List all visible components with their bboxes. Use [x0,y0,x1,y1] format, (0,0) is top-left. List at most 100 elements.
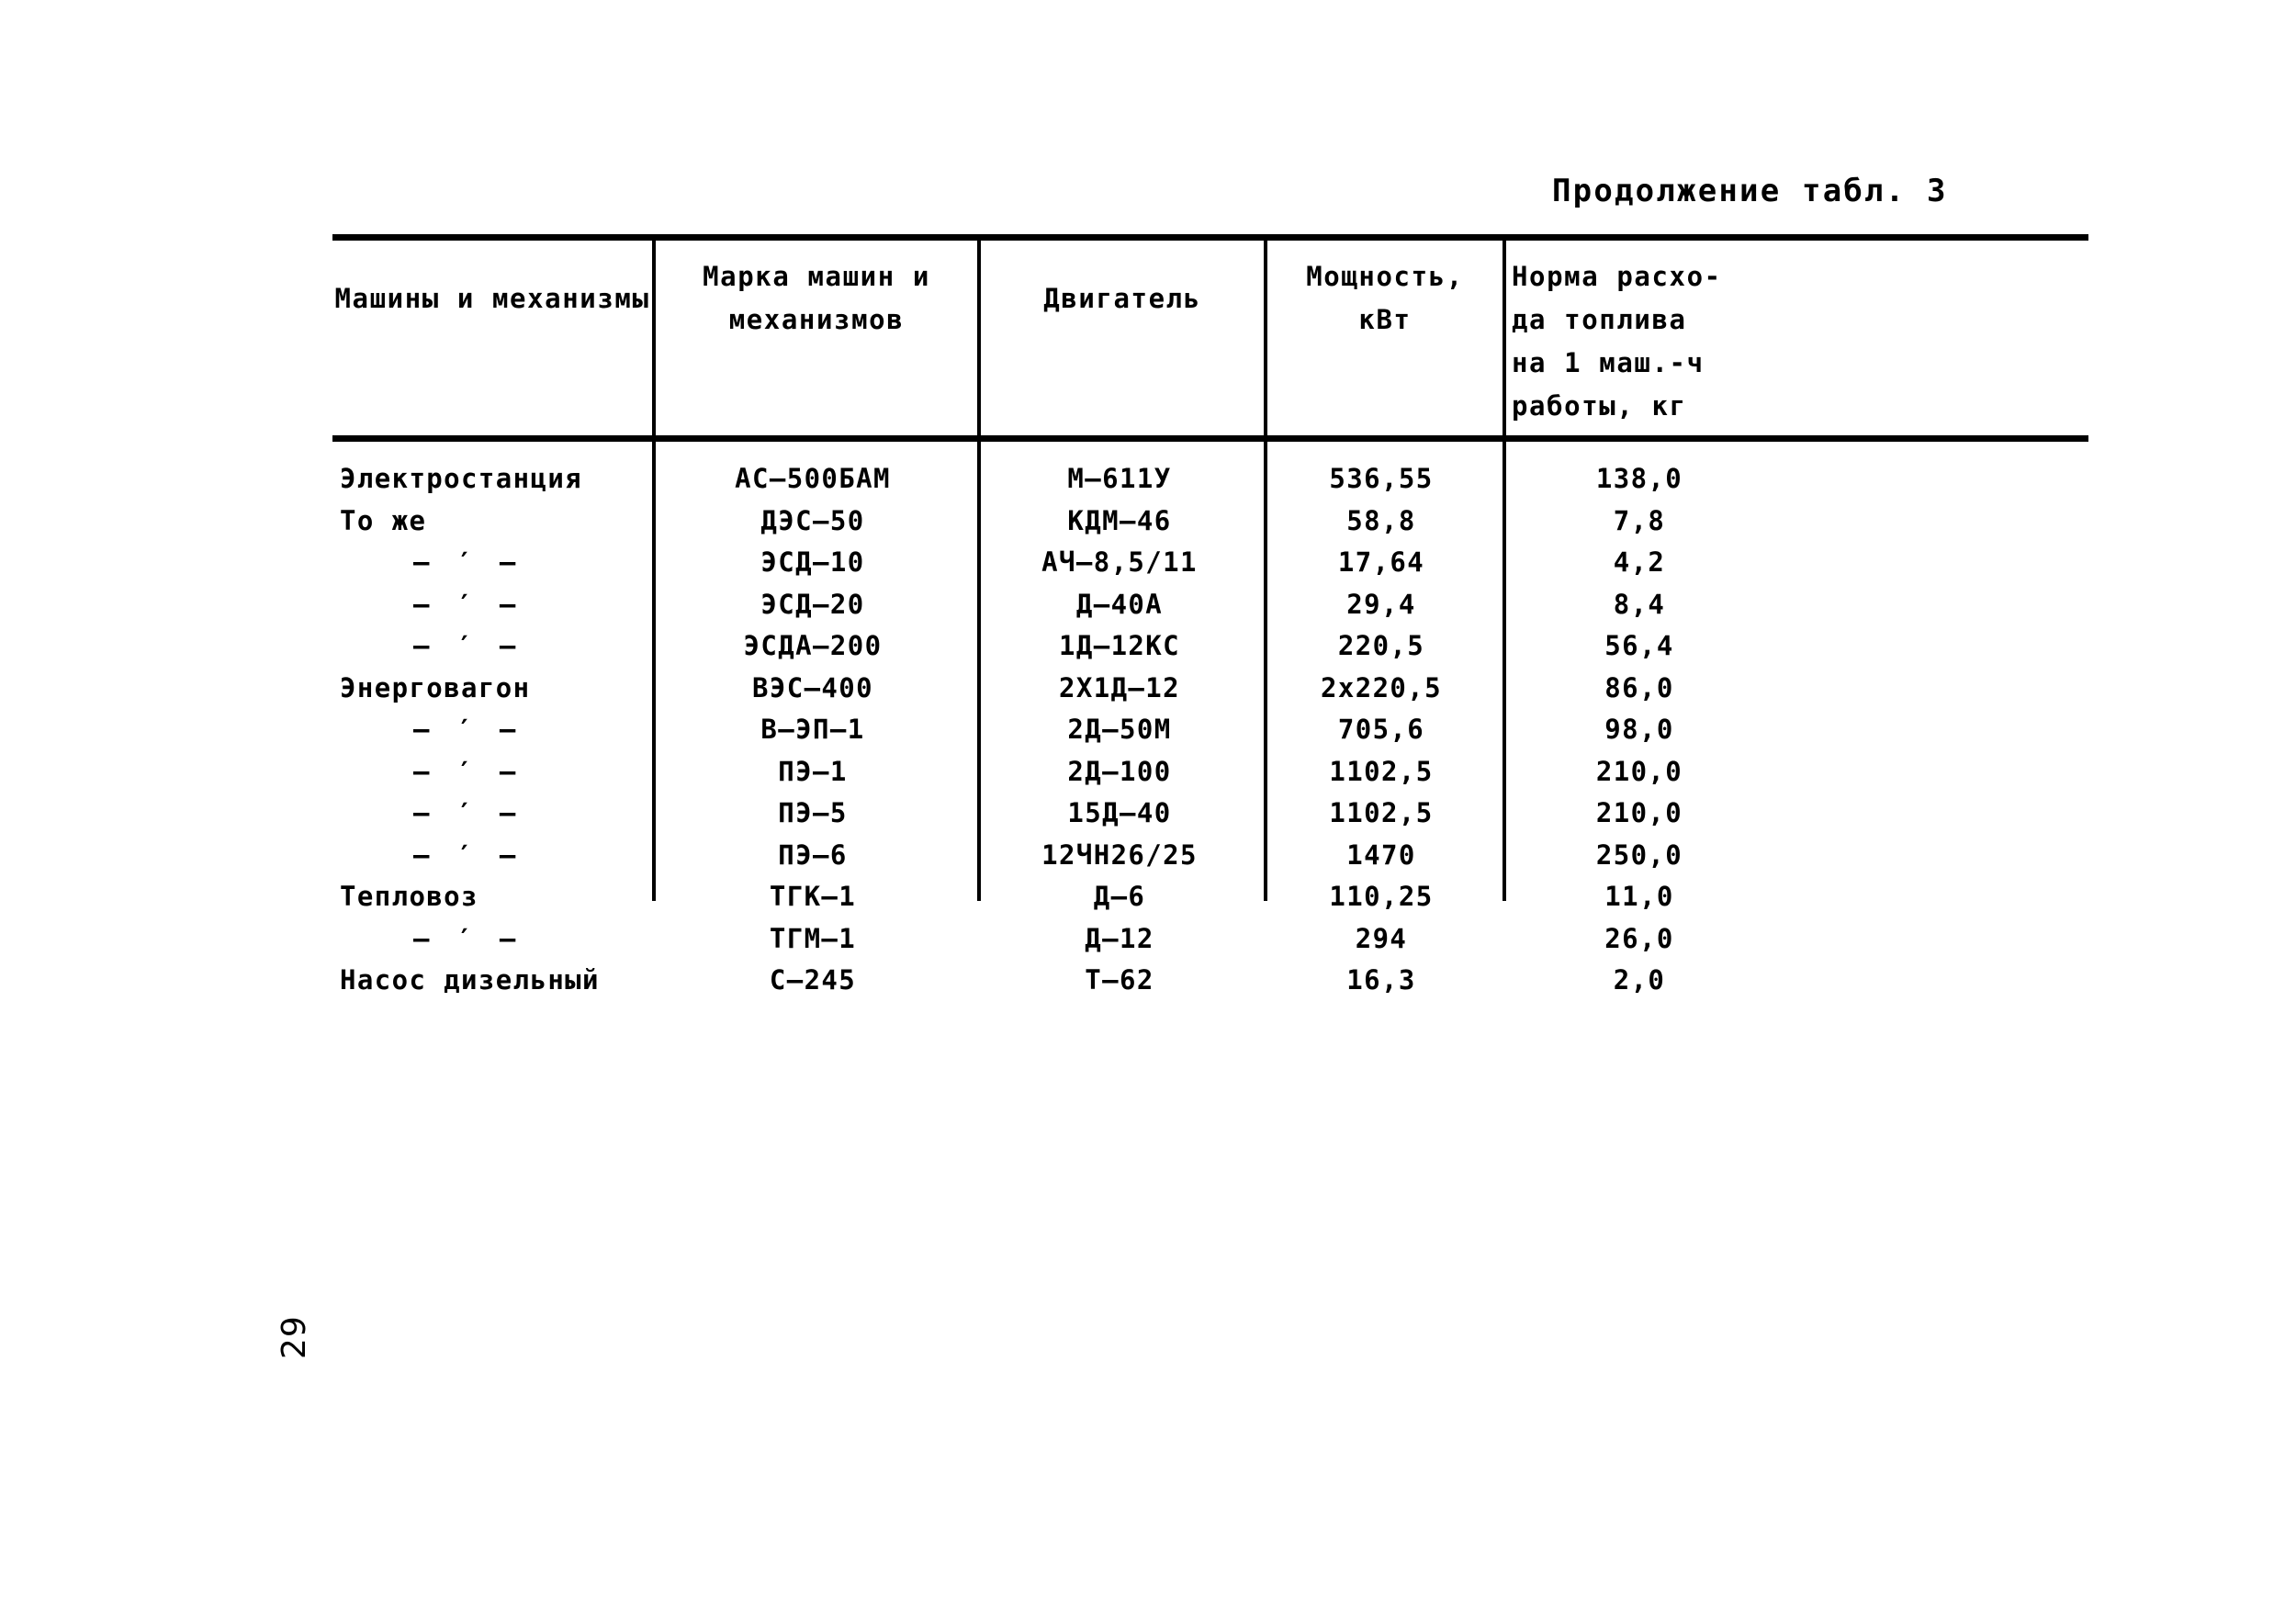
cell-machine-mark: ЭСД–20 [760,588,865,620]
cell-engine: Д–40А [1075,588,1164,620]
table-row: – ′ – ПЭ–1 2Д–100 1102,5 210,0 [332,751,2088,793]
cell-machine-mark: ВЭС–400 [751,671,874,703]
column-header-mark: Марка машин и механизмов [656,241,977,435]
cell-machine-name: – ′ – [413,588,522,620]
cell-engine: 2Х1Д–12 [1058,671,1181,703]
table-row: – ′ – ЭСДА–200 1Д–12КС 220,5 56,4 [332,625,2088,668]
column-header-mark-line1: Марка машин и [703,261,930,292]
cell-fuel-norm-kg: 8,4 [1613,588,1666,620]
column-header-power: Мощность, кВт [1267,241,1503,435]
cell-power-kw: 705,6 [1337,714,1425,745]
cell-fuel-norm-kg: 138,0 [1595,463,1683,494]
cell-fuel-norm-kg: 56,4 [1604,630,1674,661]
column-header-power-line2: кВт [1358,304,1412,335]
cell-machine-mark: ДЭС–50 [760,504,865,536]
cell-machine-mark: ТГМ–1 [769,922,857,954]
cell-engine: 1Д–12КС [1058,630,1181,661]
cell-machine-name: Насос дизельный [340,964,600,996]
cell-fuel-norm-kg: 86,0 [1604,671,1674,703]
cell-power-kw: 2x220,5 [1320,671,1443,703]
cell-machine-name: – ′ – [413,546,522,578]
cell-power-kw: 1102,5 [1329,797,1434,828]
cell-power-kw: 17,64 [1337,546,1425,578]
fuel-consumption-table: Машины и механизмы Марка машин и механиз… [332,234,2088,996]
cell-machine-name: Тепловоз [340,881,478,912]
cell-power-kw: 220,5 [1337,630,1425,661]
table-row: То же ДЭС–50 КДМ–46 58,8 7,8 [332,501,2088,543]
cell-machine-mark: ЭСДА–200 [743,630,883,661]
table-top-rule [332,234,2088,241]
cell-machine-name: То же [340,504,427,536]
cell-fuel-norm-kg: 7,8 [1613,504,1666,536]
cell-engine: 12ЧН26/25 [1041,838,1198,871]
cell-machine-name: – ′ – [413,838,522,871]
table-row: Энерговагон ВЭС–400 2Х1Д–12 2x220,5 86,0 [332,668,2088,710]
cell-machine-mark: ПЭ–6 [778,838,848,871]
cell-engine: 15Д–40 [1067,797,1172,828]
column-header-fuel-norm-line2: да топлива [1512,304,1687,335]
cell-power-kw: 16,3 [1346,964,1416,996]
cell-power-kw: 536,55 [1329,463,1434,494]
cell-machine-name: Электростанция [340,463,583,494]
document-page: Продолжение табл. 3 Машины и механизмы М… [0,0,2296,1609]
cell-machine-name: – ′ – [413,714,522,745]
column-header-fuel-norm: Норма расхо- да топлива на 1 маш.-ч рабо… [1508,241,1793,435]
cell-engine: Т–62 [1085,964,1154,996]
column-header-fuel-norm-line4: работы, кг [1512,390,1687,422]
table-row: – ′ – ТГМ–1 Д–12 294 26,0 [332,918,2088,961]
cell-fuel-norm-kg: 4,2 [1613,546,1666,578]
cell-machine-mark: ПЭ–5 [778,797,848,828]
column-header-mark-line2: механизмов [728,304,905,335]
table-row: – ′ – В–ЭП–1 2Д–50М 705,6 98,0 [332,709,2088,751]
table-row: Электростанция АС–500БАМ М–611У 536,55 138,0 [332,458,2088,501]
cell-machine-name: – ′ – [413,755,522,787]
column-header-power-line1: Мощность, [1306,261,1464,292]
cell-machine-mark: В–ЭП–1 [760,714,865,745]
cell-machine-name: – ′ – [413,797,522,828]
cell-engine: Д–6 [1093,881,1146,912]
column-header-engine-line1: Двигатель [1043,283,1201,314]
column-header-machines-line1: Машины и механизмы [334,283,650,314]
cell-machine-name: Энерговагон [340,671,531,703]
table-continuation-caption: Продолжение табл. 3 [1552,173,1948,209]
cell-engine: 2Д–100 [1067,755,1172,787]
cell-engine: КДМ–46 [1067,504,1172,536]
column-header-fuel-norm-line1: Норма расхо- [1512,261,1722,292]
cell-machine-mark: С–245 [769,964,857,996]
table-row: – ′ – ЭСД–10 АЧ–8,5/11 17,64 4,2 [332,542,2088,584]
cell-machine-mark: ПЭ–1 [778,755,848,787]
cell-fuel-norm-kg: 210,0 [1595,755,1683,787]
table-header-rule [332,435,2088,442]
cell-fuel-norm-kg: 11,0 [1604,881,1674,912]
column-header-engine: Двигатель [981,241,1264,435]
column-header-fuel-norm-line3: на 1 маш.-ч [1512,347,1705,378]
column-header-machines: Машины и механизмы [332,241,652,435]
table-row: – ′ – ПЭ–6 12ЧН26/25 1470 250,0 [332,835,2088,877]
cell-fuel-norm-kg: 98,0 [1604,714,1674,745]
cell-fuel-norm-kg: 250,0 [1595,838,1683,871]
cell-power-kw: 1102,5 [1329,755,1434,787]
cell-machine-name: – ′ – [413,922,522,954]
page-number: 29 [276,1315,313,1359]
cell-power-kw: 29,4 [1346,588,1416,620]
cell-machine-mark: ЭСД–10 [760,546,865,578]
table-row: Тепловоз ТГК–1 Д–6 110,25 11,0 [332,876,2088,918]
cell-engine: 2Д–50М [1067,714,1172,745]
cell-power-kw: 1470 [1346,838,1416,871]
cell-machine-mark: АС–500БАМ [735,463,891,494]
table-header-row: Машины и механизмы Марка машин и механиз… [332,241,2088,435]
table-row: Насос дизельный С–245 Т–62 16,3 2,0 [332,960,2088,1002]
cell-engine: АЧ–8,5/11 [1041,546,1198,578]
cell-fuel-norm-kg: 26,0 [1604,922,1674,954]
table-row: – ′ – ПЭ–5 15Д–40 1102,5 210,0 [332,793,2088,835]
table-body: Электростанция АС–500БАМ М–611У 536,55 138,0… [332,442,2088,996]
cell-machine-mark: ТГК–1 [769,881,857,912]
cell-power-kw: 294 [1355,922,1408,954]
column-separator-4 [1503,241,1506,435]
cell-machine-name: – ′ – [413,630,522,661]
cell-engine: Д–12 [1085,922,1154,954]
cell-power-kw: 58,8 [1346,504,1416,536]
cell-fuel-norm-kg: 2,0 [1613,964,1666,996]
table-row: – ′ – ЭСД–20 Д–40А 29,4 8,4 [332,584,2088,626]
cell-power-kw: 110,25 [1329,881,1434,912]
